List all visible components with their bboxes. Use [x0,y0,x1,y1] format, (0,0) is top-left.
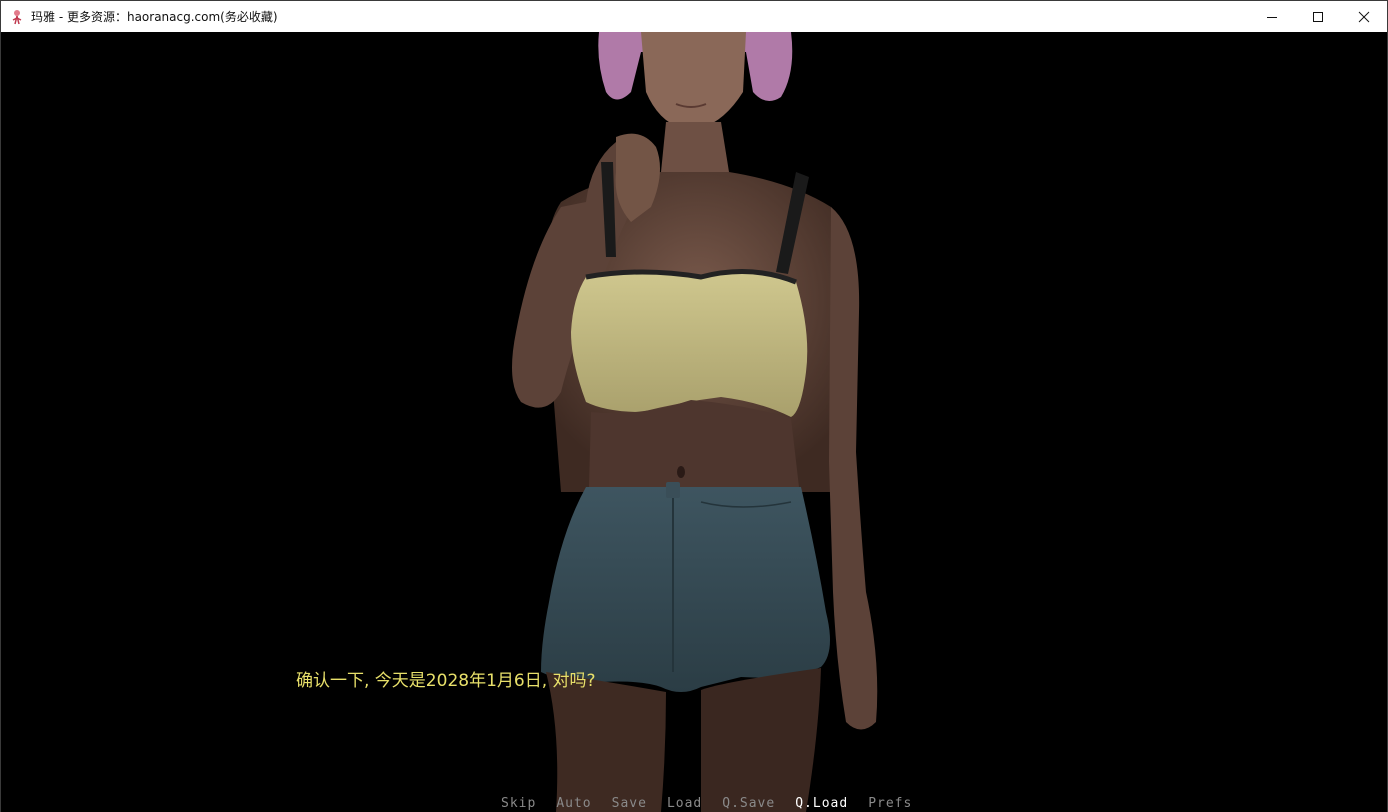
quick-menu-prefs-button[interactable]: Prefs [868,796,912,811]
pink-haired-girl-sprite [512,32,878,812]
quick-menu-q-save-button[interactable]: Q.Save [722,796,775,811]
title-bar[interactable]: 玛雅 - 更多资源：haoranacg.com(务必收藏) [1,1,1387,32]
window-controls [1249,1,1387,32]
game-viewport[interactable]: 确认一下, 今天是2028年1月6日, 对吗? Skip Auto Save Load… [1,32,1387,812]
window-title: 玛雅 - 更多资源：haoranacg.com(务必收藏) [31,10,278,24]
minimize-button[interactable] [1249,1,1295,32]
quick-menu-save-button[interactable]: Save [612,796,647,811]
quick-menu: Skip Auto Save Load Q.Save Q.Load Prefs [501,796,932,811]
minimize-icon [1267,16,1277,18]
maximize-icon [1313,11,1323,22]
close-button[interactable] [1341,1,1387,32]
quick-menu-auto-button[interactable]: Auto [556,796,591,811]
game-app-icon [9,9,25,25]
dialogue-text: 确认一下, 今天是2028年1月6日, 对吗? [296,671,596,691]
maximize-button[interactable] [1295,1,1341,32]
game-window: 玛雅 - 更多资源：haoranacg.com(务必收藏) 确认一下, 今天是2… [0,0,1388,812]
quick-menu-q-load-button[interactable]: Q.Load [795,796,848,811]
quick-menu-skip-button[interactable]: Skip [501,796,536,811]
close-icon [1358,11,1370,22]
quick-menu-load-button[interactable]: Load [667,796,702,811]
